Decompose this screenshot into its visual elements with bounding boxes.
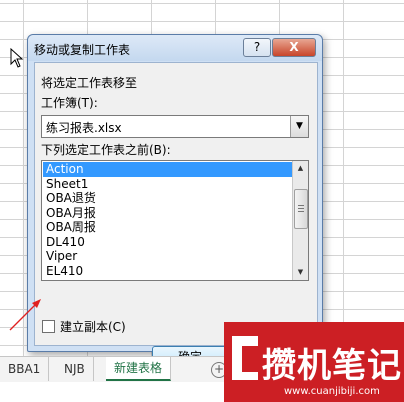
workbook-label: 工作簿(T): [41,96,98,110]
sheet-list-item[interactable]: Viper [43,249,295,264]
before-sheet-label: 下列选定工作表之前(B): [41,143,171,157]
scrollbar-thumb[interactable] [294,189,308,229]
move-to-label: 将选定工作表移至 [41,76,138,90]
close-button[interactable]: X [272,38,316,57]
sheet-listbox[interactable]: Action Sheet1 OBA退货 OBA月报 OBA周报 DL410 Viper EL4… [41,160,309,281]
watermark-url: www.cuanjibiji.com [284,386,380,397]
watermark-mark-icon [232,336,258,380]
mouse-pointer-icon [10,48,24,68]
listbox-scrollbar[interactable]: ▲ ▼ [292,161,308,280]
sheet-list-item[interactable]: OBA退货 [43,191,295,206]
red-arrow-annotation-icon [9,299,41,331]
workbook-value: 练习报表.xlsx [46,121,122,135]
sheet-tab[interactable]: BBA1 [0,357,50,381]
workbook-dropdown[interactable]: 练习报表.xlsx ▼ [41,115,309,138]
scroll-up-icon[interactable]: ▲ [293,161,308,176]
sheet-list-item[interactable]: Sheet1 [43,177,295,192]
chevron-down-icon[interactable]: ▼ [290,116,308,137]
dialog-body: 将选定工作表移至 工作簿(T): 练习报表.xlsx ▼ 下列选定工作表之前(B… [34,62,318,369]
dialog-titlebar[interactable]: 移动或复制工作表 ? X [28,35,322,61]
sheet-list-item[interactable]: EL410 [43,264,295,279]
create-copy-label[interactable]: 建立副本(C) [60,318,126,335]
sheet-list-item[interactable]: OBA月报 [43,206,295,221]
sheet-list-item[interactable]: DL410 [43,235,295,250]
sheet-tab[interactable]: NJB [56,357,94,381]
dialog-title: 移动或复制工作表 [34,43,131,57]
help-button[interactable]: ? [243,38,271,57]
sheet-tab[interactable]: 新建表格 [106,357,172,381]
sheet-list-item[interactable]: OBA周报 [43,220,295,235]
scroll-down-icon[interactable]: ▼ [293,265,308,280]
move-copy-dialog: 移动或复制工作表 ? X 将选定工作表移至 工作簿(T): 练习报表.xlsx … [27,34,323,369]
sheet-list-item[interactable]: Action [43,162,295,177]
watermark-title: 攒机笔记 [262,346,402,386]
watermark-logo: 攒机笔记 www.cuanjibiji.com [224,322,404,402]
